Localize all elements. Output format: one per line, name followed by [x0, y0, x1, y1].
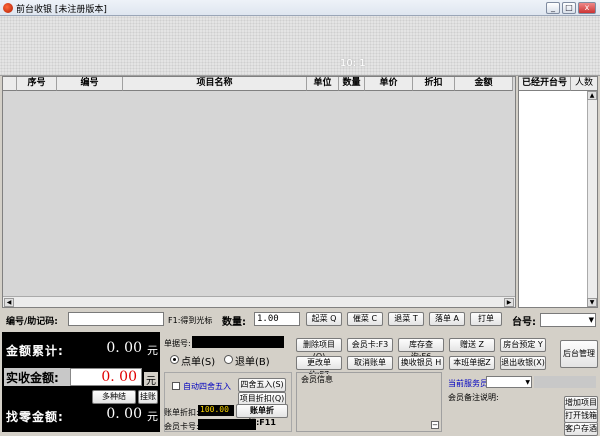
qty-label: 数量: — [222, 317, 246, 328]
add-item-button[interactable]: 增加项目 — [564, 396, 598, 410]
return-radio-label[interactable]: 退单(B) — [235, 353, 270, 368]
reserve-table-button[interactable]: 房台预定 Y — [500, 338, 546, 352]
title-bar: 前台收银 [未注册版本] _ □ x — [0, 0, 600, 16]
input-strip: 编号/助记码: F1:得到光标 数量: 1.00 起菜 Q 催菜 C 退菜 T … — [0, 310, 600, 330]
delete-item-button[interactable]: 删除项目(Q) — [296, 338, 342, 361]
minimize-button[interactable]: _ — [546, 2, 560, 14]
scroll-left-icon[interactable]: ◀ — [4, 298, 14, 307]
app-icon — [3, 3, 13, 13]
totals-panel: 金额累计: 0. 00 元 实收金额: 0. 00 元 多种结账:F12 挂账 … — [2, 332, 160, 432]
close-button[interactable]: x — [578, 2, 596, 14]
cancel-bill-button[interactable]: 取消账单 — [347, 356, 393, 370]
bill-no-label: 单据号: — [164, 339, 191, 348]
member-info-title: 会员信息 — [301, 374, 333, 385]
order-radio[interactable] — [170, 355, 179, 364]
start-dish-button[interactable]: 起菜 Q — [306, 312, 342, 326]
exit-cashier-button[interactable]: 退出收银(X) — [500, 356, 546, 370]
table-header-code: 编号 — [57, 77, 123, 91]
qty-input[interactable]: 1.00 — [254, 312, 300, 326]
table-header-unit: 单位 — [307, 77, 339, 91]
open-cashbox-button[interactable]: 打开钱箱 — [564, 409, 598, 423]
maximize-button[interactable]: □ — [562, 2, 576, 14]
bill-no-field — [192, 336, 284, 348]
side-header-people: 人数 — [571, 77, 597, 91]
table-header-price: 单价 — [365, 77, 413, 91]
window-title: 前台收银 [未注册版本] — [16, 5, 107, 15]
change-value: 0. 00 — [106, 406, 142, 422]
scroll-right-icon[interactable]: ▶ — [504, 298, 514, 307]
table-header-name: 项目名称 — [123, 77, 307, 91]
change-price-button[interactable]: 更改单价:F7 — [296, 356, 342, 379]
order-table[interactable]: 序号 编号 项目名称 单位 数量 单价 折扣 金额 ◀ ▶ — [2, 76, 516, 308]
bill-discount-input[interactable]: 100.00 — [198, 405, 234, 416]
print-bill-button[interactable]: 打单 — [470, 312, 502, 326]
table-header-qty: 数量 — [339, 77, 365, 91]
chevron-down-icon: ▼ — [525, 379, 530, 386]
server-info-field — [534, 376, 596, 388]
table-header-amount: 金额 — [455, 77, 513, 91]
member-card-input[interactable] — [198, 419, 256, 430]
collapse-icon[interactable]: − — [431, 421, 439, 429]
bill-discount-label: 账单折扣: — [164, 408, 199, 417]
gift-button[interactable]: 赠送 Z — [449, 338, 495, 352]
auto-round-checkbox[interactable] — [172, 382, 180, 390]
charge-account-button[interactable]: 挂账 — [138, 390, 158, 404]
member-note-label: 会员备注说明: — [448, 393, 499, 402]
auto-round-label: 自动四舍五入 — [183, 382, 231, 391]
return-dish-button[interactable]: 退菜 T — [388, 312, 424, 326]
paid-value: 0. 00 — [101, 369, 137, 385]
member-card-button[interactable]: 会员卡:F3 — [347, 338, 393, 352]
change-cashier-button[interactable]: 换收银员 H — [398, 356, 444, 370]
code-input[interactable] — [68, 312, 164, 326]
server-select[interactable]: ▼ — [486, 376, 532, 388]
change-unit: 元 — [147, 410, 158, 423]
round-button[interactable]: 四舍五入(S) — [238, 378, 286, 392]
paid-label-box: 实收金额: — [4, 368, 70, 386]
horizontal-scrollbar[interactable]: ◀ ▶ — [3, 296, 515, 307]
f1-hint: F1:得到光标 — [168, 316, 213, 325]
multi-pay-button[interactable]: 多种结账:F12 — [92, 390, 136, 413]
side-header-tables: 已经开台号 — [519, 77, 571, 91]
stock-query-button[interactable]: 库存查询:F6 — [398, 338, 444, 361]
open-tables-list[interactable]: 已经开台号 人数 ▲ ▼ — [518, 76, 598, 308]
table-header-seq: 序号 — [17, 77, 57, 91]
hurry-dish-button[interactable]: 催菜 C — [347, 312, 383, 326]
chevron-down-icon: ▼ — [588, 316, 594, 324]
bill-discount-button[interactable]: 账单折扣:F11 — [236, 404, 288, 427]
sum-unit: 元 — [147, 344, 158, 357]
table-header-blank — [3, 77, 17, 91]
sum-label: 金额累计: — [6, 344, 64, 358]
vertical-scrollbar[interactable]: ▲ ▼ — [587, 91, 597, 307]
order-radio-label[interactable]: 点单(S) — [181, 353, 215, 368]
change-label: 找零金额: — [6, 410, 64, 424]
paid-input[interactable]: 0. 00 — [70, 368, 142, 386]
paid-unit: 元 — [144, 372, 158, 387]
server-label: 当前服务员: — [448, 379, 491, 388]
paid-label: 实收金额: — [6, 371, 59, 385]
top-display-panel: 10: 1 — [0, 16, 600, 76]
backend-manage-button[interactable]: 后台管理 — [560, 340, 598, 368]
place-order-button[interactable]: 落单 A — [429, 312, 465, 326]
return-radio[interactable] — [224, 355, 233, 364]
table-header-discount: 折扣 — [413, 77, 455, 91]
member-card-label: 会员卡号: — [164, 422, 199, 431]
scroll-up-icon[interactable]: ▲ — [587, 91, 597, 100]
code-label: 编号/助记码: — [6, 317, 58, 327]
table-no-label: 台号: — [512, 317, 536, 328]
shift-bills-button[interactable]: 本班单据Z — [449, 356, 495, 370]
table-no-select[interactable]: ▼ — [540, 313, 596, 327]
sum-value: 0. 00 — [106, 340, 142, 356]
member-info-group: 会员信息 − — [296, 372, 442, 432]
display-text: 10: 1 — [340, 58, 366, 69]
scroll-down-icon[interactable]: ▼ — [587, 298, 597, 307]
